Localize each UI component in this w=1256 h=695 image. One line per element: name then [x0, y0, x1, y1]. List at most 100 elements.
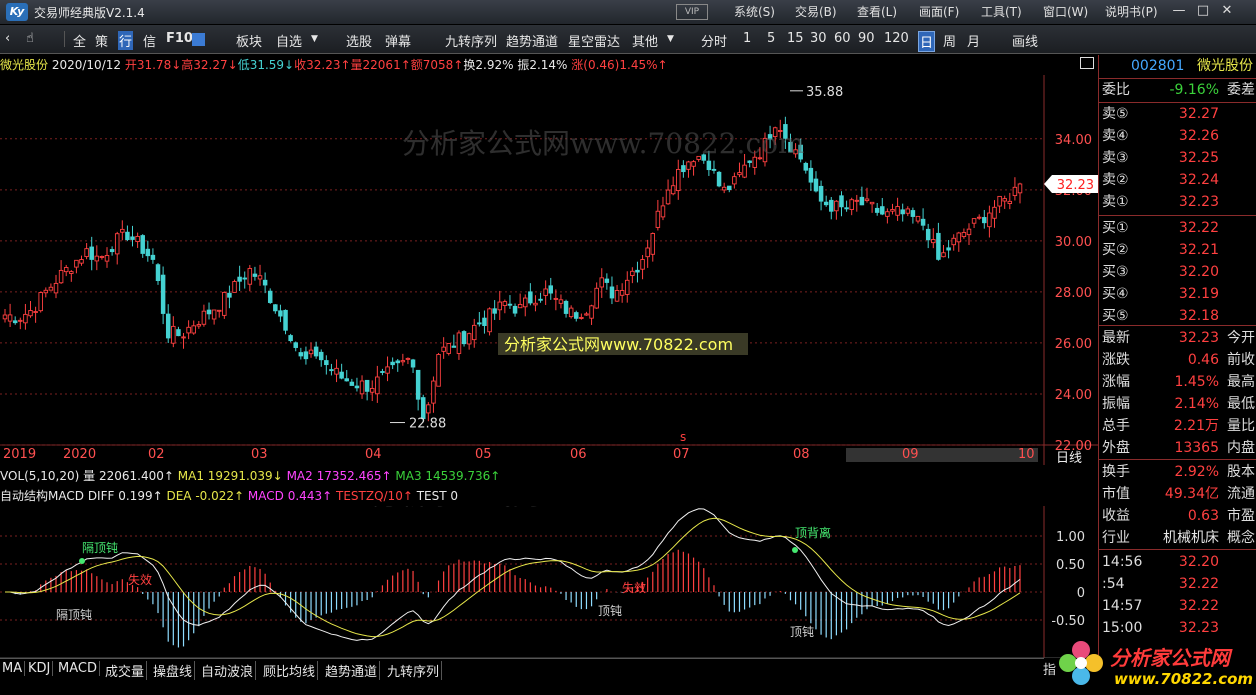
toolbar-watchlist[interactable]: 自选 [276, 31, 302, 50]
stat2-2-row: 收益 0.63 市盈 [1099, 505, 1256, 527]
candle-body [298, 352, 304, 357]
menu-system[interactable]: 系统(S) [734, 3, 775, 20]
stat-3-row: 振幅 2.14% 最低 [1099, 393, 1256, 415]
toolbar-quote[interactable]: 行 [118, 31, 134, 50]
period-15min[interactable]: 15 [787, 31, 804, 46]
tab-volume[interactable]: 成交量 [103, 661, 148, 680]
tab-nine-turn[interactable]: 九转序列 [385, 661, 443, 680]
candle-body [604, 278, 610, 283]
window-layout-icon[interactable] [192, 33, 205, 46]
hand-icon[interactable]: ☝ [26, 31, 34, 46]
toolbar-info[interactable]: 信 [143, 31, 156, 50]
stat2-3-value: 机械机床 [1163, 530, 1219, 546]
macd-chart[interactable]: 1.000.500-0.50隔顶钝隔顶钝失效失效顶钝顶钝顶背离分析家公式网www… [0, 506, 1098, 658]
tick-1-row: :54 32.22 [1099, 573, 1256, 595]
period-60min[interactable]: 60 [834, 31, 851, 46]
close-button[interactable]: ✕ [1216, 2, 1238, 20]
period-30min[interactable]: 30 [810, 31, 827, 46]
candle-body [344, 378, 349, 382]
stat-4-row: 总手 2.21万 量比 [1099, 415, 1256, 437]
tab-gubi-ma[interactable]: 顾比均线 [261, 661, 319, 680]
tick-1-label: :54 [1102, 576, 1125, 592]
stat-0-row: 最新 32.23 今开 [1099, 327, 1256, 349]
macd-signal-label: 隔顶钝 [82, 541, 118, 555]
stat-2-label: 涨幅 [1102, 374, 1130, 390]
toolbar-all[interactable]: 全 [73, 31, 86, 50]
period-90min[interactable]: 90 [858, 31, 875, 46]
chevron-down-icon[interactable]: ▼ [667, 34, 674, 44]
maximize-button[interactable]: □ [1192, 2, 1214, 20]
candle-body [165, 313, 171, 339]
period-day[interactable]: 日 [918, 31, 936, 52]
candle-body [732, 176, 737, 185]
candle-body [242, 277, 247, 280]
period-1min[interactable]: 1 [743, 31, 751, 46]
toolbar-draw-line[interactable]: 画线 [1012, 31, 1038, 50]
period-5min[interactable]: 5 [767, 31, 775, 46]
candle-body [834, 200, 839, 212]
weibi-value: -9.16% [1169, 82, 1219, 98]
stat-1-right-label: 前收 [1227, 352, 1255, 368]
menu-view[interactable]: 查看(L) [857, 3, 897, 20]
period-120min[interactable]: 120 [884, 31, 909, 46]
kline-chart[interactable]: 34.0032.0030.0028.0026.0024.0022.0035.88… [0, 75, 1098, 465]
candle-body [676, 169, 681, 192]
toolbar-trend-channel[interactable]: 趋势通道 [506, 31, 558, 50]
stat2-2-right-label: 市盈 [1227, 508, 1255, 524]
period-intraday[interactable]: 分时 [701, 31, 727, 50]
candle-body [426, 404, 431, 414]
candle-body [533, 302, 538, 306]
minimize-button[interactable]: — [1168, 2, 1190, 20]
candle-body [925, 228, 931, 241]
candle-body [410, 359, 416, 368]
candle-body [640, 259, 645, 270]
tab-ma[interactable]: MA [0, 661, 26, 676]
menu-screen[interactable]: 画面(F) [919, 3, 959, 20]
candle-body [232, 281, 237, 293]
candle-body [135, 235, 140, 243]
candle-body [890, 209, 895, 212]
candle-body [252, 273, 258, 277]
toolbar-sector[interactable]: 板块 [236, 31, 262, 50]
candle-body [436, 354, 441, 387]
stat-5-label: 外盘 [1102, 440, 1130, 456]
menu-help[interactable]: 说明书(P) [1105, 3, 1158, 20]
macd-testzq: TESTZQ/10↑ [335, 489, 413, 503]
tab-trend-channel[interactable]: 趋势通道 [323, 661, 381, 680]
tab-macd[interactable]: MACD [56, 661, 100, 676]
toolbar-other[interactable]: 其他 [632, 31, 658, 50]
candle-body [931, 239, 936, 244]
ask-5-value: 32.27 [1178, 106, 1219, 122]
menu-trade[interactable]: 交易(B) [795, 3, 837, 20]
menu-tools[interactable]: 工具(T) [981, 3, 1022, 20]
back-icon[interactable]: ‹ [5, 31, 10, 46]
stat-4-right-label: 量比 [1227, 418, 1255, 434]
candle-body [492, 308, 497, 314]
candle-body [359, 380, 365, 395]
candle-body [99, 256, 105, 258]
toolbar-danmaku[interactable]: 弹幕 [385, 31, 411, 50]
chevron-down-icon[interactable]: ▼ [311, 34, 318, 44]
toolbar-nine-turn[interactable]: 九转序列 [445, 31, 497, 50]
period-label[interactable]: 日线 [1056, 447, 1082, 466]
chart-scrollbar[interactable] [846, 448, 1038, 462]
period-month[interactable]: 月 [967, 31, 980, 50]
menu-window[interactable]: 窗口(W) [1043, 3, 1088, 20]
tab-auto-wave[interactable]: 自动波浪 [199, 661, 257, 680]
stat-5-row: 外盘 13365 内盘 [1099, 437, 1256, 459]
expand-icon[interactable] [1080, 57, 1094, 69]
candle-body [482, 317, 487, 326]
toolbar-strategy[interactable]: 策 [95, 31, 108, 50]
candle-body [487, 308, 492, 333]
candle-body [553, 297, 559, 300]
toolbar-star-radar[interactable]: 星空雷达 [568, 31, 620, 50]
period-week[interactable]: 周 [943, 31, 956, 50]
toolbar-stock-picker[interactable]: 选股 [346, 31, 372, 50]
vip-badge[interactable]: VIP [676, 4, 708, 20]
tab-kdj[interactable]: KDJ [26, 661, 54, 676]
tab-trade-line[interactable]: 操盘线 [151, 661, 196, 680]
macd-value: 0.443↑ [287, 489, 333, 503]
toolbar-f10[interactable]: F10 [166, 31, 193, 46]
ask-4-value: 32.26 [1178, 128, 1219, 144]
candle-body [839, 195, 844, 208]
